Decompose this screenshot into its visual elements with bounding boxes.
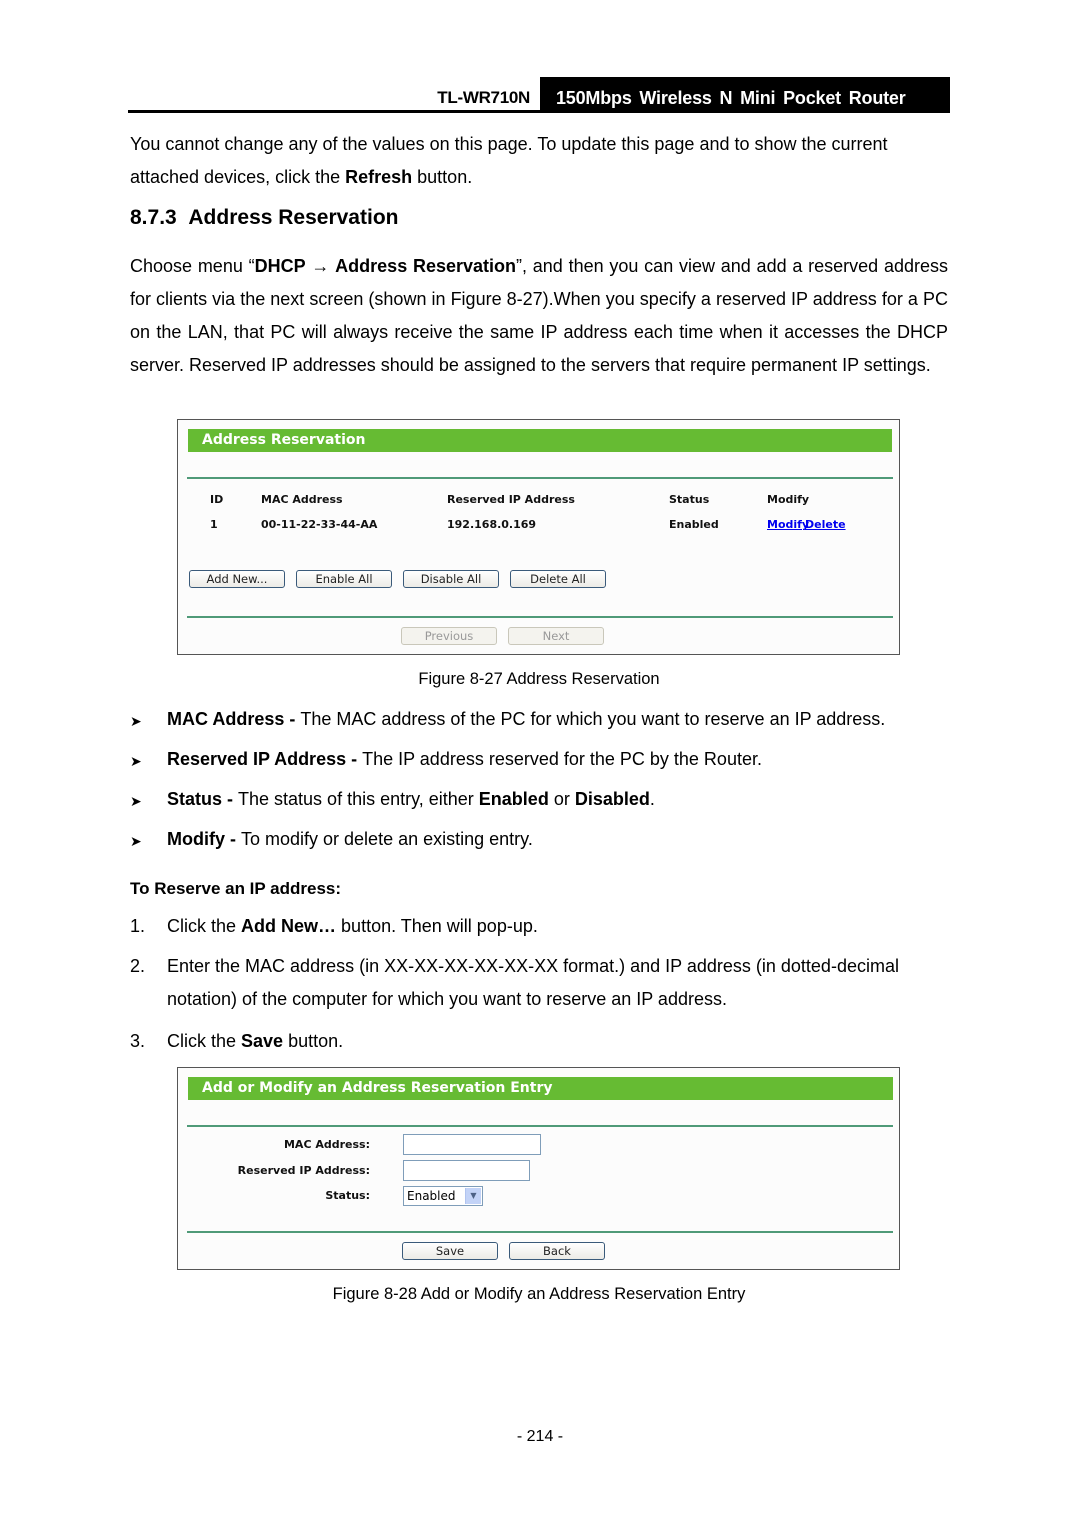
step-text: Click the (167, 1031, 242, 1051)
definition-mac: MAC Address - The MAC address of the PC … (167, 709, 885, 730)
row-id: 1 (210, 518, 218, 531)
status-selected-value: Enabled (407, 1189, 456, 1203)
term: Modify - (167, 829, 241, 849)
row-mac: 00-11-22-33-44-AA (261, 518, 378, 531)
divider (187, 477, 893, 479)
def-text: To modify or delete an existing entry. (241, 829, 533, 849)
def-text: The MAC address of the PC for which you … (300, 709, 886, 729)
modify-link[interactable]: Modify (767, 518, 809, 531)
bullet-arrow-icon: ➤ (130, 833, 142, 849)
term: Status - (167, 789, 239, 809)
add-new-button[interactable]: Add New... (189, 570, 285, 588)
menu-dhcp: DHCP (254, 256, 306, 276)
term: Reserved IP Address - (167, 749, 363, 769)
save-bold: Save (241, 1031, 284, 1051)
col-header-id: ID (210, 493, 224, 506)
intro-refresh-bold: Refresh (345, 167, 413, 187)
definition-reserved-ip: Reserved IP Address - The IP address res… (167, 749, 762, 770)
bullet-arrow-icon: ➤ (130, 793, 142, 809)
step-text: button. Then will pop-up. (336, 916, 538, 936)
intro-paragraph: You cannot change any of the values on t… (130, 128, 948, 194)
figure-address-reservation: Address Reservation ID MAC Address Reser… (177, 419, 900, 655)
step-2-line2: notation) of the computer for which you … (167, 989, 727, 1009)
section-heading: 8.7.3 Address Reservation (130, 206, 398, 230)
section-number: 8.7.3 (130, 206, 177, 229)
def-text: or (548, 789, 575, 809)
col-header-ip: Reserved IP Address (447, 493, 575, 506)
def-text: . (649, 789, 655, 809)
next-button[interactable]: Next (508, 627, 604, 645)
enabled-bold: Enabled (478, 789, 549, 809)
arrow-icon: → (305, 256, 336, 276)
reserved-ip-label: Reserved IP Address: (237, 1164, 370, 1177)
section-title: Address Reservation (188, 206, 399, 229)
disabled-bold: Disabled (574, 789, 650, 809)
figure-add-modify-entry: Add or Modify an Address Reservation Ent… (177, 1067, 900, 1270)
delete-all-button[interactable]: Delete All (510, 570, 606, 588)
row-ip: 192.168.0.169 (447, 518, 537, 531)
bullet-arrow-icon: ➤ (130, 753, 142, 769)
step-text: Click the (167, 916, 242, 936)
menu-address-reservation: Address Reservation (335, 256, 517, 276)
term: MAC Address - (167, 709, 301, 729)
step-2-line1: Enter the MAC address (in XX-XX-XX-XX-XX… (167, 956, 899, 976)
chevron-down-icon[interactable]: ▼ (465, 1188, 481, 1204)
definition-status: Status - The status of this entry, eithe… (167, 789, 655, 810)
bullet-arrow-icon: ➤ (130, 713, 142, 729)
disable-all-button[interactable]: Disable All (403, 570, 499, 588)
step-1: Click the Add New… button. Then will pop… (167, 916, 538, 937)
add-new-bold: Add New… (241, 916, 337, 936)
reserved-ip-input[interactable] (403, 1160, 530, 1181)
page-number: - 214 - (516, 1428, 564, 1445)
panel-title-bar: Add or Modify an Address Reservation Ent… (188, 1077, 893, 1100)
def-text: The status of this entry, either (238, 789, 479, 809)
row-status: Enabled (669, 518, 719, 531)
procedure-heading: To Reserve an IP address: (130, 879, 342, 898)
header-model: TL-WR710N (437, 88, 530, 107)
intro-text: You cannot change any of the values on t… (130, 134, 888, 187)
status-select[interactable]: Enabled ▼ (403, 1186, 483, 1206)
mac-address-input[interactable] (403, 1134, 541, 1155)
back-button[interactable]: Back (509, 1242, 605, 1260)
def-text: The IP address reserved for the PC by th… (362, 749, 762, 769)
panel-title-bar: Address Reservation (188, 429, 892, 452)
delete-link[interactable]: Delete (805, 518, 846, 531)
step-3: Click the Save button. (167, 1031, 343, 1052)
intro-text-end: button. (412, 167, 473, 187)
step-number: 3. (130, 1031, 146, 1051)
step-number: 1. (130, 916, 146, 936)
definition-modify: Modify - To modify or delete an existing… (167, 829, 533, 850)
mac-address-label: MAC Address: (283, 1138, 370, 1151)
figure-caption-8-27: Figure 8-27 Address Reservation (418, 670, 660, 688)
desc-text: Choose menu “ (130, 256, 255, 276)
col-header-status: Status (669, 493, 710, 506)
description-paragraph: Choose menu “DHCP → Address Reservation”… (130, 250, 948, 382)
col-header-mac: MAC Address (261, 493, 343, 506)
previous-button[interactable]: Previous (401, 627, 497, 645)
step-text: button. (283, 1031, 344, 1051)
save-button[interactable]: Save (402, 1242, 498, 1260)
step-number: 2. (130, 956, 146, 976)
figure-caption-8-28: Figure 8-28 Add or Modify an Address Res… (332, 1285, 746, 1303)
divider-bottom (187, 1231, 893, 1233)
divider-bottom (187, 616, 893, 618)
status-label: Status: (325, 1189, 370, 1202)
divider (187, 1125, 893, 1127)
enable-all-button[interactable]: Enable All (296, 570, 392, 588)
header-product-title: 150Mbps Wireless N Mini Pocket Router (556, 88, 906, 108)
col-header-modify: Modify (767, 493, 810, 506)
